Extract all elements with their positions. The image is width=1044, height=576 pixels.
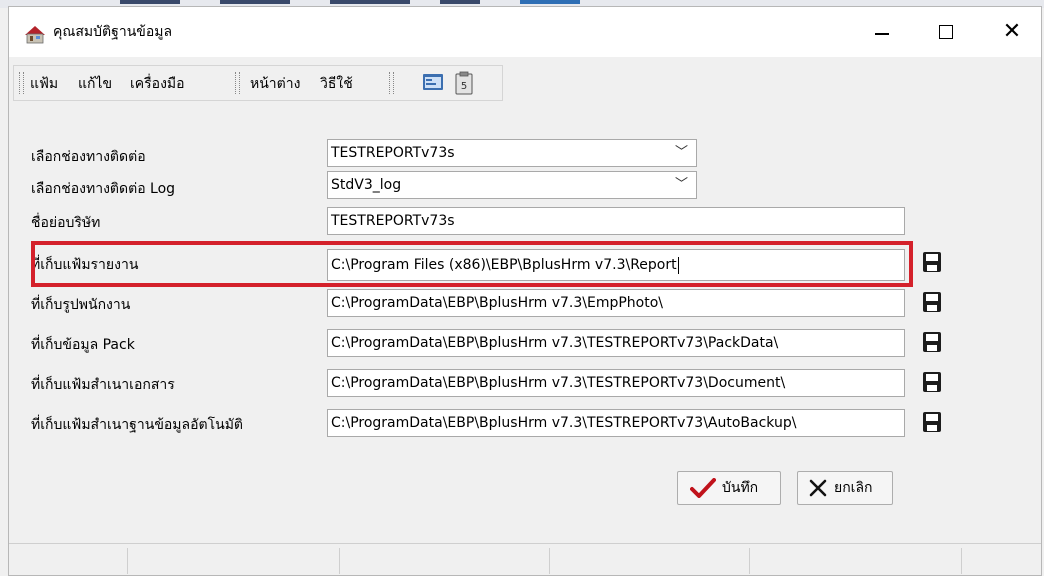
menu-window[interactable]: หน้าต่าง (250, 75, 300, 93)
pack-data-folder-label: ที่เก็บข้อมูล Pack (31, 337, 135, 353)
pack-data-folder-value: C:\ProgramData\EBP\BplusHrm v7.3\TESTREP… (331, 335, 779, 351)
svg-text:5: 5 (461, 81, 467, 92)
connection-select[interactable]: TESTREPORTv73s ﹀ (327, 139, 697, 167)
close-icon: ✕ (1002, 19, 1022, 44)
document-copy-folder-input[interactable]: C:\ProgramData\EBP\BplusHrm v7.3\TESTREP… (327, 369, 905, 397)
save-icon[interactable] (922, 371, 942, 393)
toolbar-grip[interactable] (19, 72, 24, 94)
clipboard-icon[interactable]: 5 (454, 71, 474, 95)
window-icon[interactable] (422, 71, 444, 93)
save-icon[interactable] (922, 411, 942, 433)
pack-data-folder-input[interactable]: C:\ProgramData\EBP\BplusHrm v7.3\TESTREP… (327, 329, 905, 357)
save-icon[interactable] (922, 291, 942, 313)
minimize-icon (875, 33, 889, 35)
document-copy-folder-label: ที่เก็บแฟ้มสำเนาเอกสาร (31, 377, 175, 393)
menu-file[interactable]: แฟ้ม (30, 75, 58, 93)
title-bar: คุณสมบัติฐานข้อมูล ✕ (9, 7, 1041, 57)
toolbar-grip[interactable] (389, 72, 394, 94)
employee-photo-folder-input[interactable]: C:\ProgramData\EBP\BplusHrm v7.3\EmpPhot… (327, 289, 905, 317)
report-folder-highlight (31, 241, 913, 287)
menu-toolbar: แฟ้ม แก้ไข เครื่องมือ หน้าต่าง วิธีใช้ 5 (13, 65, 503, 101)
close-button[interactable]: ✕ (989, 9, 1035, 55)
company-short-name-input[interactable]: TESTREPORTv73s (327, 207, 905, 235)
menu-edit[interactable]: แก้ไข (78, 75, 112, 93)
save-button-label: บันทึก (722, 480, 759, 496)
cancel-button[interactable]: ยกเลิก (797, 471, 893, 505)
company-short-name-label: ชื่อย่อบริษัท (31, 215, 101, 231)
connection-label: เลือกช่องทางติดต่อ (31, 149, 146, 165)
save-icon[interactable] (922, 251, 942, 273)
minimize-button[interactable] (859, 9, 905, 55)
cancel-button-label: ยกเลิก (834, 480, 873, 496)
company-short-name-value: TESTREPORTv73s (331, 213, 455, 229)
window-title: คุณสมบัติฐานข้อมูล (53, 24, 173, 40)
log-connection-value: StdV3_log (331, 177, 402, 193)
save-button[interactable]: บันทึก (677, 471, 781, 505)
chevron-down-icon[interactable]: ﹀ (675, 140, 688, 166)
maximize-button[interactable] (923, 9, 969, 55)
employee-photo-folder-value: C:\ProgramData\EBP\BplusHrm v7.3\EmpPhot… (331, 295, 663, 311)
menu-tools[interactable]: เครื่องมือ (130, 75, 185, 93)
checkmark-icon (690, 478, 716, 498)
employee-photo-folder-label: ที่เก็บรูปพนักงาน (31, 297, 131, 313)
log-connection-label: เลือกช่องทางติดต่อ Log (31, 181, 176, 197)
auto-backup-folder-label: ที่เก็บแฟ้มสำเนาฐานข้อมูลอัตโนมัติ (31, 417, 244, 433)
status-bar (9, 543, 1041, 576)
maximize-icon (939, 25, 953, 39)
cancel-x-icon (809, 479, 827, 497)
menu-help[interactable]: วิธีใช้ (320, 75, 353, 93)
properties-window: คุณสมบัติฐานข้อมูล ✕ แฟ้ม แก้ไข เครื่องม… (8, 6, 1042, 576)
log-connection-select[interactable]: StdV3_log ﹀ (327, 171, 697, 199)
toolbar-grip[interactable] (235, 72, 240, 94)
save-icon[interactable] (922, 331, 942, 353)
document-copy-folder-value: C:\ProgramData\EBP\BplusHrm v7.3\TESTREP… (331, 375, 786, 391)
auto-backup-folder-value: C:\ProgramData\EBP\BplusHrm v7.3\TESTREP… (331, 415, 797, 431)
chevron-down-icon[interactable]: ﹀ (675, 172, 688, 198)
connection-value: TESTREPORTv73s (331, 145, 455, 161)
auto-backup-folder-input[interactable]: C:\ProgramData\EBP\BplusHrm v7.3\TESTREP… (327, 409, 905, 437)
database-app-icon (25, 26, 45, 44)
